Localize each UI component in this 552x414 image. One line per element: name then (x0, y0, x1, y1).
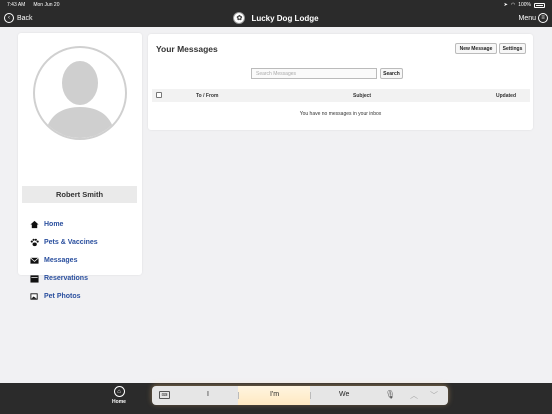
sidebar-item-label: Pet Photos (44, 292, 81, 300)
nav-bar: ‹ Back ✿ Lucky Dog Lodge Menu ≡ (0, 10, 552, 27)
column-subject[interactable]: Subject (353, 93, 371, 99)
status-bar: 7:43 AM Mon Jun 20 ➤ ◠ 100% (0, 0, 552, 10)
sidebar-item-pets-vaccines[interactable]: Pets & Vaccines (30, 233, 98, 251)
suggestion-3[interactable]: We (339, 391, 349, 398)
select-all-checkbox[interactable] (156, 92, 162, 98)
sidebar-item-label: Messages (44, 256, 78, 264)
messages-panel: Your Messages New Message Settings Searc… (148, 34, 533, 130)
menu-button[interactable]: Menu ≡ (518, 13, 548, 23)
messages-title: Your Messages (156, 44, 218, 54)
hamburger-icon: ≡ (538, 13, 548, 23)
sidebar-nav: Home Pets & Vaccines Messages Reservatio… (30, 215, 98, 305)
sidebar-item-reservations[interactable]: Reservations (30, 269, 98, 287)
profile-card: Robert Smith Home Pets & Vaccines Messag… (18, 33, 142, 300)
suggestion-1[interactable]: I (207, 391, 209, 398)
keyboard-suggestion-bar: ⌨ I I'm We 🎙 ︿ ﹀ (152, 386, 448, 405)
calendar-icon (30, 274, 39, 283)
keyboard-icon[interactable]: ⌨ (159, 391, 170, 399)
app-title: ✿ Lucky Dog Lodge (0, 12, 552, 24)
sidebar-item-label: Pets & Vaccines (44, 238, 98, 246)
suggestion-2[interactable]: I'm (270, 391, 279, 398)
wifi-icon: ◠ (510, 2, 516, 8)
home-icon (30, 220, 39, 229)
search-button[interactable]: Search (380, 68, 403, 79)
sidebar-item-label: Reservations (44, 274, 88, 282)
microphone-icon[interactable]: 🎙 (385, 390, 395, 399)
suggestion-divider (238, 392, 239, 399)
photos-icon (30, 292, 39, 301)
sidebar-item-pet-photos[interactable]: Pet Photos (30, 287, 98, 305)
chevron-down-icon[interactable]: ﹀ (430, 390, 438, 401)
app-title-text: Lucky Dog Lodge (251, 13, 319, 23)
sidebar-item-home[interactable]: Home (30, 215, 98, 233)
column-to-from[interactable]: To / From (196, 93, 218, 99)
lodge-logo-icon: ✿ (233, 12, 246, 24)
settings-button[interactable]: Settings (499, 43, 526, 54)
menu-label: Menu (518, 14, 536, 22)
messages-table-header: To / From Subject Updated (152, 89, 530, 102)
suggestion-divider (310, 392, 311, 399)
status-time: 7:43 AM (7, 2, 26, 8)
envelope-icon (30, 256, 39, 265)
column-updated[interactable]: Updated (496, 93, 516, 99)
paw-icon (30, 238, 39, 247)
tab-home-label: Home (112, 399, 126, 405)
tab-home[interactable]: ⌂ Home (110, 386, 128, 405)
new-message-button[interactable]: New Message (455, 43, 497, 54)
status-indicators: ➤ ◠ 100% (504, 2, 545, 8)
battery-icon (534, 2, 545, 8)
search-input[interactable] (251, 68, 377, 79)
sidebar-item-messages[interactable]: Messages (30, 251, 98, 269)
avatar (33, 46, 127, 140)
status-date: Mon Jun 20 (33, 2, 60, 8)
sidebar-item-label: Home (44, 220, 64, 228)
home-tab-icon: ⌂ (113, 386, 125, 397)
battery-percent: 100% (518, 2, 531, 8)
profile-name: Robert Smith (22, 186, 137, 203)
empty-inbox-text: You have no messages in your inbox (299, 111, 382, 117)
location-icon: ➤ (503, 2, 508, 8)
chevron-up-icon[interactable]: ︿ (410, 390, 418, 401)
